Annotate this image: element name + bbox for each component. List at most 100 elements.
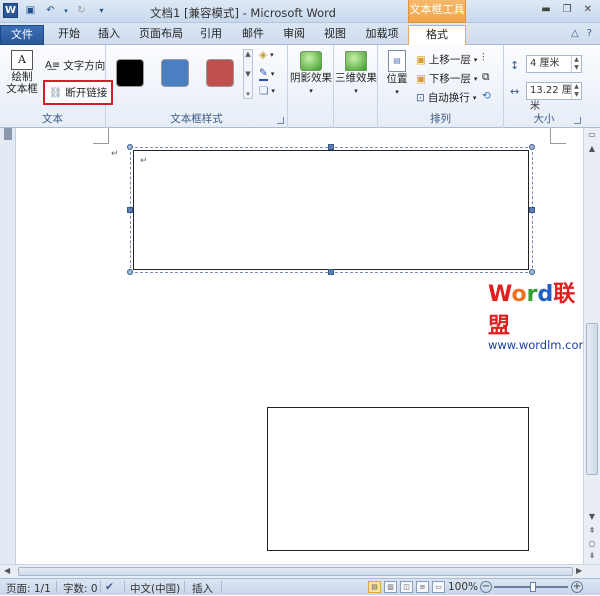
vertical-scrollbar[interactable]: ▭ ▲ ▼ ⇞ ○ ⇟ [583,128,600,564]
web-layout-icon[interactable]: ◫ [400,581,413,593]
print-layout-icon[interactable]: ▤ [368,581,381,593]
next-page-icon[interactable]: ⇟ [586,551,598,563]
group-button[interactable]: ⧉ [482,71,490,84]
text-wrap-button[interactable]: ⊡ 自动换行 ▾ [416,90,476,105]
size-dialog-launcher-icon[interactable] [574,117,581,124]
style-swatch-black[interactable] [116,59,144,87]
status-separator [221,581,222,593]
tab-file[interactable]: 文件 [0,25,44,45]
resize-handle-n[interactable] [328,144,334,150]
word-app-icon[interactable]: W [3,3,18,18]
change-shape-button[interactable]: ❏ ▾ [259,85,275,97]
spell-check-icon[interactable]: ✔ [105,581,114,593]
rotate-button[interactable]: ⟲ [482,90,491,102]
shape-outline-button[interactable]: ✎ ▾ [259,67,274,81]
tab-references[interactable]: 引用 [194,25,228,45]
ribbon-tabs: 文件 开始 插入 页面布局 引用 邮件 审阅 视图 加载项 格式 △ ? [0,23,600,45]
textbox-2[interactable] [267,407,529,551]
tab-addins[interactable]: 加载项 [360,25,404,45]
scroll-up-icon[interactable]: ▲ [586,144,598,156]
horizontal-scrollbar[interactable]: ◀ ▶ [0,564,600,578]
resize-handle-s[interactable] [328,269,334,275]
height-input[interactable]: 4 厘米 ▲ ▼ [526,55,582,73]
zoom-in-icon[interactable]: + [571,581,583,593]
chevron-down-icon: ▾ [473,55,478,64]
bring-forward-button[interactable]: ▣ 上移一层 ▾ [416,52,477,67]
gallery-more-icon[interactable]: ▾ [246,90,250,98]
tab-page-layout[interactable]: 页面布局 [134,25,188,45]
style-swatch-red[interactable] [206,59,234,87]
tab-view[interactable]: 视图 [318,25,352,45]
status-separator [100,581,101,593]
tab-review[interactable]: 审阅 [277,25,311,45]
position-label: 位置 [386,73,408,85]
status-page[interactable]: 页面: 1/1 [6,581,51,596]
pen-icon: ✎ [259,67,268,81]
previous-page-icon[interactable]: ⇞ [586,526,598,538]
chevron-down-icon: ▾ [395,88,399,96]
zoom-slider-knob[interactable] [530,582,536,592]
width-spinner[interactable]: ▲ ▼ [571,83,581,99]
tab-mailings[interactable]: 邮件 [236,25,270,45]
minimize-ribbon-icon[interactable]: △ [571,28,579,39]
scroll-down-icon[interactable]: ▼ [586,512,598,524]
width-input[interactable]: 13.22 厘米 ▲ ▼ [526,82,582,112]
style-gallery-scroll[interactable]: ▲ ▼ ▾ [243,49,253,99]
full-screen-reading-icon[interactable]: ▥ [384,581,397,593]
close-icon[interactable]: ✕ [584,4,592,15]
resize-handle-ne[interactable] [529,144,535,150]
status-language[interactable]: 中文(中国) [130,581,180,596]
dialog-launcher-icon[interactable] [277,117,284,124]
ruler-toggle-icon[interactable]: ▭ [586,130,598,142]
zoom-level[interactable]: 100% [448,581,478,593]
help-icon[interactable]: ? [587,28,592,39]
outline-view-icon[interactable]: ≡ [416,581,429,593]
watermark-brand: Word联盟 [488,282,576,339]
browse-object-icon[interactable]: ○ [586,539,598,551]
scroll-left-icon[interactable]: ◀ [4,566,10,575]
gallery-up-icon[interactable]: ▲ [245,50,250,58]
text-direction-button[interactable]: A͟≡ 文字方向 [45,58,105,73]
status-words[interactable]: 字数: 0 [63,581,98,596]
tab-format[interactable]: 格式 [408,25,466,45]
vertical-scroll-thumb[interactable] [586,323,598,475]
resize-handle-nw[interactable] [127,144,133,150]
draw-textbox-button[interactable]: A 绘制 文本框 [4,50,40,95]
minimize-icon[interactable]: ▬ [541,4,550,15]
resize-handle-e[interactable] [529,207,535,213]
threed-effect-button[interactable]: 三维效果 ▾ [335,51,377,97]
chevron-down-icon: ▾ [472,93,477,102]
align-button[interactable]: ⫶ [482,52,485,65]
send-backward-button[interactable]: ▣ 下移一层 ▾ [416,71,477,86]
chevron-down-icon: ▾ [270,70,275,78]
undo-icon[interactable]: ↶ [43,3,58,18]
document-area[interactable]: ↵ ↵ Word联盟 www.wordlm.com [0,128,583,564]
paragraph-mark: ↵ [111,149,119,159]
status-separator [124,581,125,593]
tab-home[interactable]: 开始 [52,25,86,45]
break-link-icon: ⛓ [49,87,63,99]
tab-insert[interactable]: 插入 [92,25,126,45]
position-button[interactable]: ▤ 位置 ▾ [381,50,413,98]
customize-qat-icon[interactable]: ▾ [94,3,109,18]
restore-icon[interactable]: ❐ [563,4,572,15]
horizontal-scroll-thumb[interactable] [18,567,573,576]
dropdown-arrow-icon[interactable]: ▾ [63,3,69,18]
resize-handle-sw[interactable] [127,269,133,275]
draft-view-icon[interactable]: ▭ [432,581,445,593]
resize-handle-se[interactable] [529,269,535,275]
break-link-button[interactable]: ⛓ 断开链接 [43,80,114,105]
save-icon[interactable]: ▣ [23,3,38,18]
status-insert-mode[interactable]: 插入 [192,581,213,596]
height-spinner[interactable]: ▲ ▼ [571,56,581,72]
resize-handle-w[interactable] [127,207,133,213]
scroll-right-icon[interactable]: ▶ [576,566,582,575]
redo-icon[interactable]: ↻ [74,3,89,18]
zoom-out-icon[interactable]: − [480,581,492,593]
shape-fill-button[interactable]: ◈ ▾ [259,49,274,61]
gallery-down-icon[interactable]: ▼ [245,70,250,78]
group-objects-icon: ⧉ [482,71,490,83]
shadow-effect-button[interactable]: 阴影效果 ▾ [290,51,332,97]
style-swatch-blue[interactable] [161,59,189,87]
textbox-1[interactable]: ↵ [133,150,529,270]
